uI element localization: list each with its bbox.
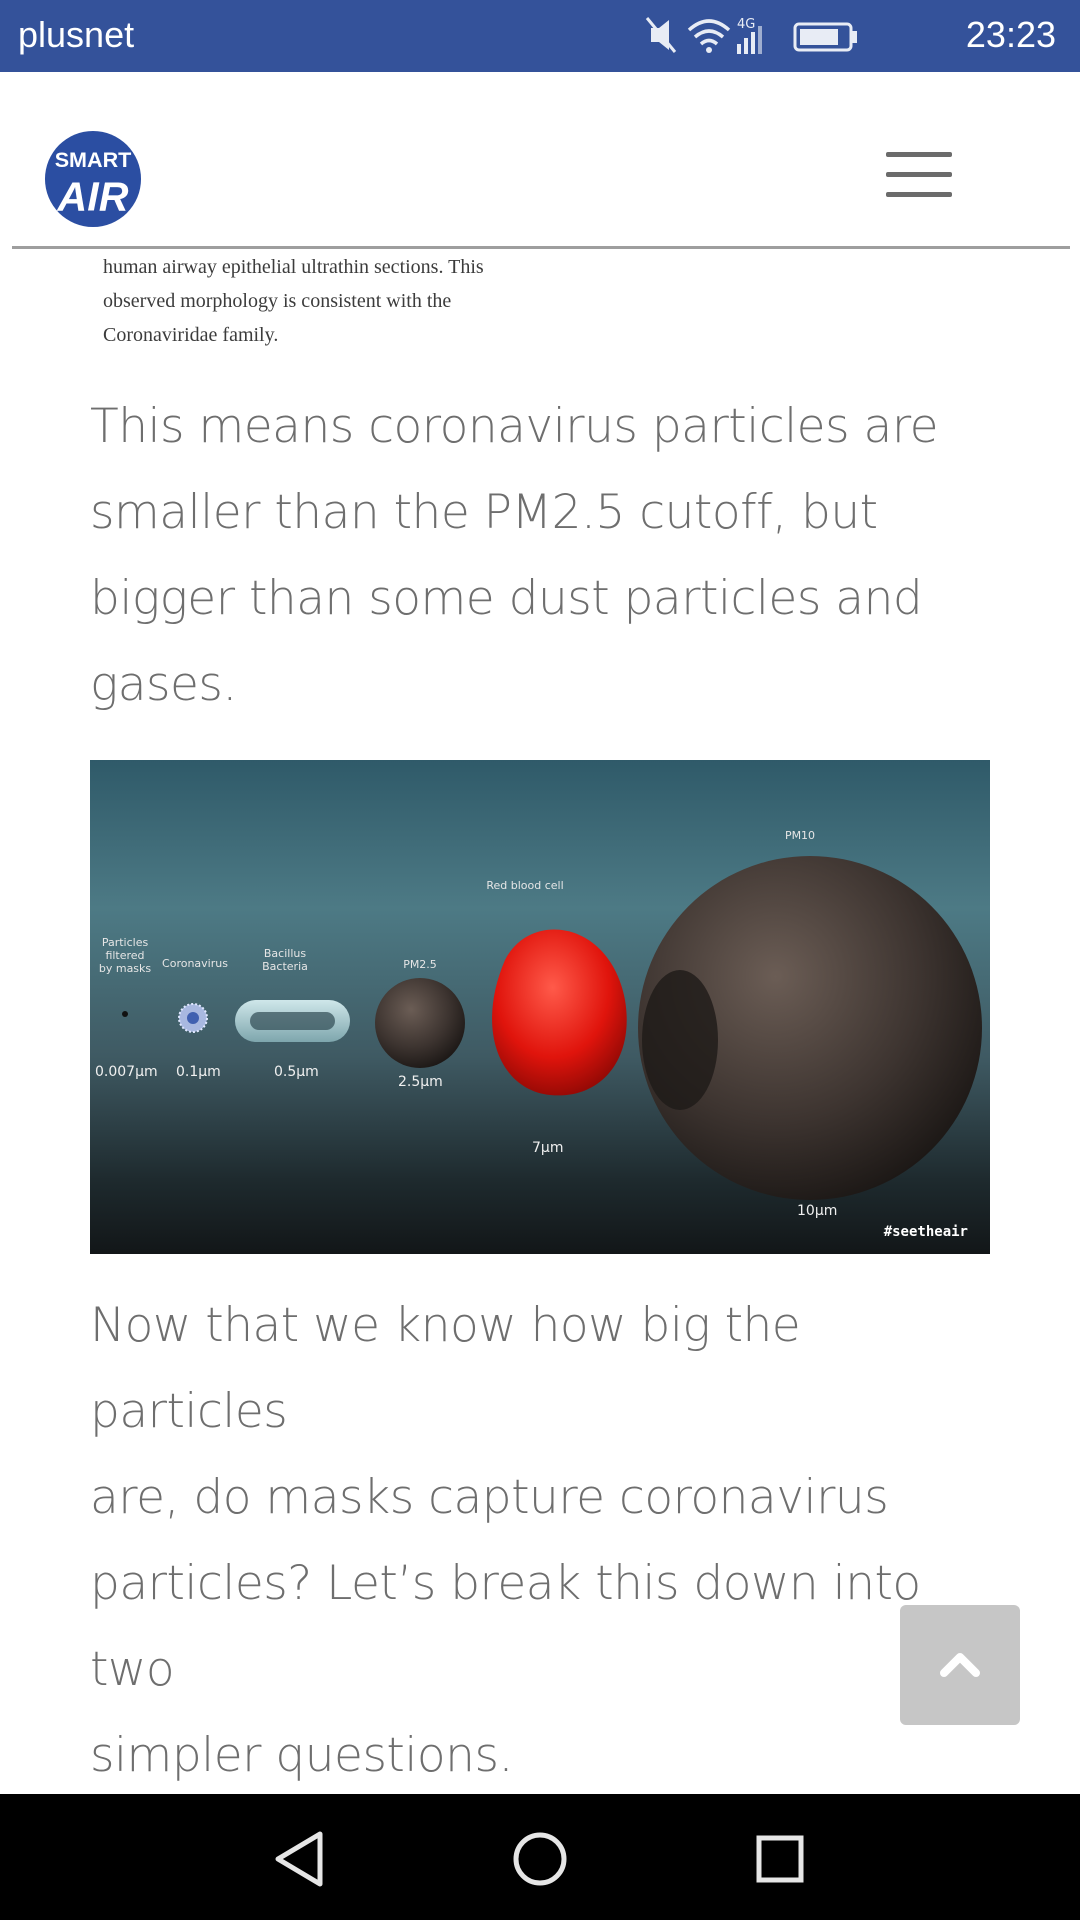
particle-size-rbc: 7μm — [532, 1140, 564, 1156]
network-type-label: 4G — [737, 17, 755, 32]
hamburger-menu-icon[interactable] — [886, 152, 958, 202]
particle-label-pm25: PM2.5 — [403, 958, 437, 971]
smart-air-logo[interactable]: SMART AIR — [44, 130, 142, 228]
android-nav-bar — [0, 1794, 1080, 1920]
paragraph-line: gases. — [90, 657, 237, 712]
mute-icon — [645, 17, 677, 53]
caption-line: human airway epithelial ultrathin sectio… — [103, 256, 484, 278]
paragraph-line: particles? Let’s break this down into tw… — [90, 1556, 921, 1697]
back-triangle-icon[interactable] — [264, 1824, 334, 1894]
home-circle-icon[interactable] — [505, 1824, 575, 1894]
particle-illustration — [122, 856, 982, 1200]
mask-particle-dot — [122, 1011, 128, 1017]
particle-label-coronavirus: Coronavirus — [162, 957, 228, 970]
paragraph-line: smaller than the PM2.5 cutoff, but — [90, 485, 878, 540]
paragraph-line: are, do masks capture coronavirus — [90, 1470, 889, 1525]
figure-caption: human airway epithelial ultrathin sectio… — [103, 250, 663, 352]
figure-hashtag: #seetheair — [883, 1224, 968, 1240]
header-divider — [12, 246, 1070, 249]
particle-label-mask: Particles filtered by masks — [98, 936, 152, 975]
paragraph-line: This means coronavirus particles are — [90, 399, 939, 454]
status-icons: 4G — [645, 17, 857, 54]
status-bar: plusnet 4G 23:23 — [0, 0, 1080, 72]
caption-line: Coronaviridae family. — [103, 324, 279, 346]
article-paragraph: Now that we know how big the particles a… — [90, 1283, 1010, 1799]
paragraph-line: Now that we know how big the particles — [90, 1298, 801, 1439]
particle-label-pm10: PM10 — [784, 829, 816, 842]
caption-line: observed morphology is consistent with t… — [103, 290, 452, 312]
battery-icon — [793, 22, 857, 52]
particle-size-pm10: 10μm — [797, 1203, 838, 1219]
particle-size-mask: 0.007μm — [95, 1064, 158, 1080]
paragraph-line: simpler questions. — [90, 1728, 513, 1783]
coronavirus-illustration — [178, 1003, 208, 1033]
wifi-icon — [687, 19, 731, 53]
recents-square-icon[interactable] — [745, 1824, 815, 1894]
particle-size-coronavirus: 0.1μm — [176, 1064, 221, 1080]
article-paragraph: This means coronavirus particles are sma… — [90, 384, 1010, 728]
particle-size-figure: Particles filtered by masks Coronavirus … — [90, 760, 990, 1254]
svg-text:AIR: AIR — [57, 173, 129, 219]
clock: 23:23 — [965, 14, 1056, 55]
particle-size-pm25: 2.5μm — [398, 1074, 443, 1090]
carrier-name: plusnet — [18, 14, 135, 55]
red-blood-cell-illustration — [492, 929, 627, 1096]
svg-text:SMART: SMART — [55, 147, 132, 172]
particle-size-bacillus: 0.5μm — [274, 1064, 319, 1080]
particle-label-bacillus: Bacillus Bacteria — [262, 947, 308, 973]
pm25-illustration — [375, 978, 465, 1068]
chevron-up-icon — [940, 1653, 980, 1677]
particle-label-rbc: Red blood cell — [486, 879, 564, 892]
scroll-to-top-button[interactable] — [900, 1605, 1020, 1725]
site-header: SMART AIR — [0, 72, 1080, 248]
paragraph-line: bigger than some dust particles and — [90, 571, 923, 626]
